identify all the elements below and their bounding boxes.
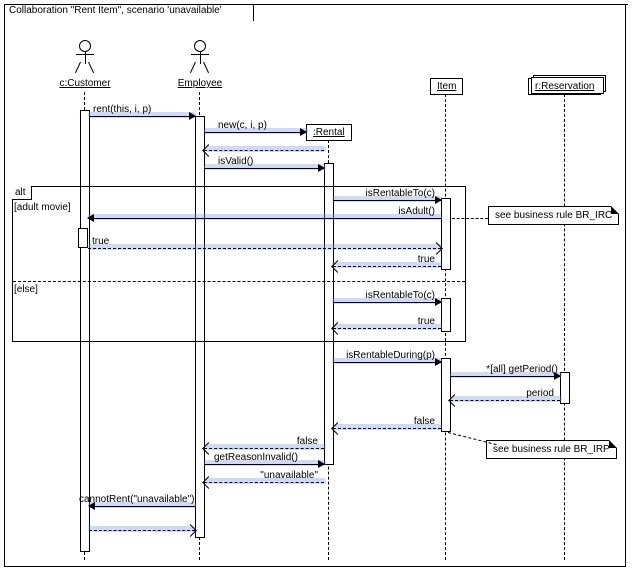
msg-isrentableto-1: isRentableTo(c) <box>333 192 441 204</box>
msg-getperiod-return: period <box>450 392 560 404</box>
note-br-irc: see business rule BR_IRC <box>488 206 619 225</box>
alt-guard-2: [else] <box>14 284 38 295</box>
actor-employee: Employee <box>170 40 230 89</box>
msg-getreason-return: "unavailable" <box>204 474 324 486</box>
alt-operator: alt <box>12 186 32 200</box>
note-br-irp: see business rule BR_IRP <box>486 440 617 459</box>
actor-customer-label: c:Customer <box>55 78 115 89</box>
msg-new-return <box>204 142 324 154</box>
msg-isadult-return: true <box>88 240 441 252</box>
msg-cannotrent: cannotRent("unavailable") <box>89 498 195 510</box>
actor-employee-label: Employee <box>170 78 230 89</box>
msg-isrentableto-2: isRentableTo(c) <box>333 294 441 306</box>
collab-frame-top <box>252 4 628 5</box>
object-item: Item <box>430 78 463 95</box>
alt-guard-1: [adult movie] <box>14 202 71 213</box>
msg-new: new(c, i, p) <box>204 124 306 136</box>
msg-isvalid-return: false <box>204 440 324 452</box>
lifeline-reservation <box>564 94 565 560</box>
msg-isrentableduring: isRentableDuring(p) <box>333 354 441 366</box>
msg-getperiod: *[all] getPeriod() <box>450 368 560 380</box>
msg-isadult: isAdult() <box>88 210 441 222</box>
msg-isrentableto-2-return: true <box>333 320 441 332</box>
stickman-icon <box>188 40 212 76</box>
alt-separator <box>13 281 465 282</box>
object-rental: :Rental <box>306 124 352 141</box>
msg-rent: rent(this, i, p) <box>89 108 195 120</box>
note-link-1 <box>452 218 488 219</box>
msg-isrentableto-1-return: true <box>333 258 441 270</box>
msg-isrentableduring-return: false <box>333 420 441 432</box>
msg-cannotrent-return <box>89 522 195 534</box>
stickman-icon <box>73 40 97 76</box>
msg-isvalid: isValid() <box>204 160 324 172</box>
object-reservation: r:Reservation <box>528 78 601 95</box>
msg-getreason: getReasonInvalid() <box>204 456 324 468</box>
actor-customer: c:Customer <box>55 40 115 89</box>
